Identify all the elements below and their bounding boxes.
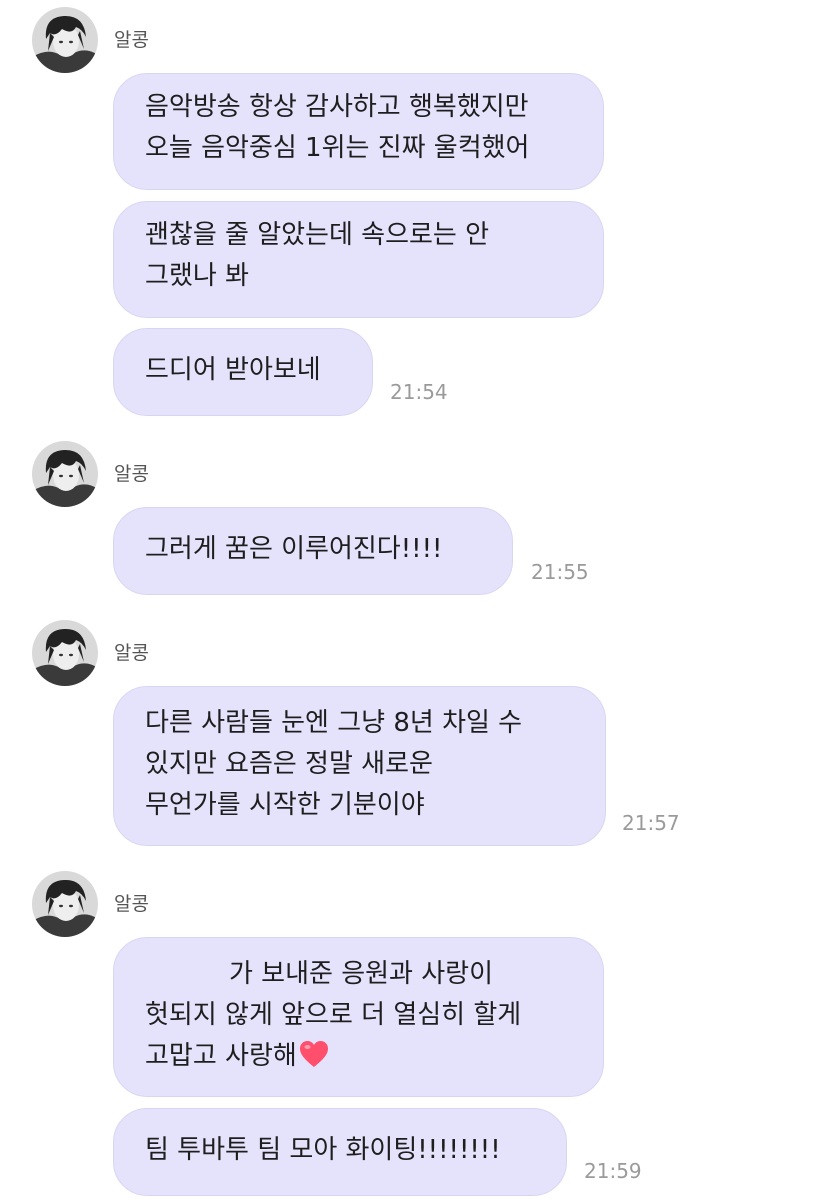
- message-bubble[interactable]: 다른 사람들 눈엔 그냥 8년 차일 수 있지만 요즘은 정말 새로운 무언가를…: [113, 686, 606, 846]
- message-text: 가 보내준 응원과 사랑이: [229, 959, 493, 989]
- message-timestamp: 21:57: [622, 811, 680, 835]
- message-bubble[interactable]: 팀 투바투 팀 모아 화이팅!!!!!!!!: [113, 1108, 567, 1196]
- avatar-icon: [32, 7, 98, 73]
- sender-name: 알콩: [114, 642, 149, 664]
- avatar-icon: [32, 441, 98, 507]
- heart-icon: [299, 1040, 329, 1081]
- sender-avatar[interactable]: [32, 441, 98, 507]
- message-text: 무언가를 시작한 기분이야: [145, 790, 425, 820]
- sender-avatar[interactable]: [32, 7, 98, 73]
- message-text: 다른 사람들 눈엔 그냥 8년 차일 수: [145, 708, 523, 738]
- message-text: 그러게 꿈은 이루어진다!!!!: [145, 534, 443, 564]
- avatar-icon: [32, 620, 98, 686]
- message-text: 고맙고 사랑해: [145, 1041, 297, 1071]
- message-text: 오늘 음악중심 1위는 진짜 울컥했어: [145, 133, 530, 163]
- message-bubble[interactable]: 가 보내준 응원과 사랑이 헛되지 않게 앞으로 더 열심히 할게 고맙고 사랑…: [113, 937, 604, 1097]
- message-text: 있지만 요즘은 정말 새로운: [145, 749, 433, 779]
- message-timestamp: 21:54: [390, 380, 448, 404]
- avatar-icon: [32, 871, 98, 937]
- message-text: 헛되지 않게 앞으로 더 열심히 할게: [145, 1000, 522, 1030]
- sender-avatar[interactable]: [32, 620, 98, 686]
- sender-name: 알콩: [114, 29, 149, 51]
- message-text: 드디어 받아보네: [145, 355, 321, 385]
- message-line: 고맙고 사랑해: [145, 1036, 521, 1081]
- message-bubble[interactable]: 드디어 받아보네: [113, 328, 373, 416]
- sender-avatar[interactable]: [32, 871, 98, 937]
- message-text: 그랬나 봐: [145, 261, 249, 291]
- message-timestamp: 21:55: [531, 560, 589, 584]
- sender-name: 알콩: [114, 893, 149, 915]
- message-bubble[interactable]: 괜찮을 줄 알았는데 속으로는 안 그랬나 봐: [113, 201, 604, 318]
- message-text: 음악방송 항상 감사하고 행복했지만: [145, 92, 529, 122]
- message-text: 팀 투바투 팀 모아 화이팅!!!!!!!!: [145, 1135, 501, 1165]
- message-bubble[interactable]: 음악방송 항상 감사하고 행복했지만 오늘 음악중심 1위는 진짜 울컥했어: [113, 73, 604, 190]
- message-timestamp: 21:59: [584, 1159, 642, 1183]
- sender-name: 알콩: [114, 463, 149, 485]
- message-bubble[interactable]: 그러게 꿈은 이루어진다!!!!: [113, 507, 513, 595]
- message-text: 괜찮을 줄 알았는데 속으로는 안: [145, 220, 490, 250]
